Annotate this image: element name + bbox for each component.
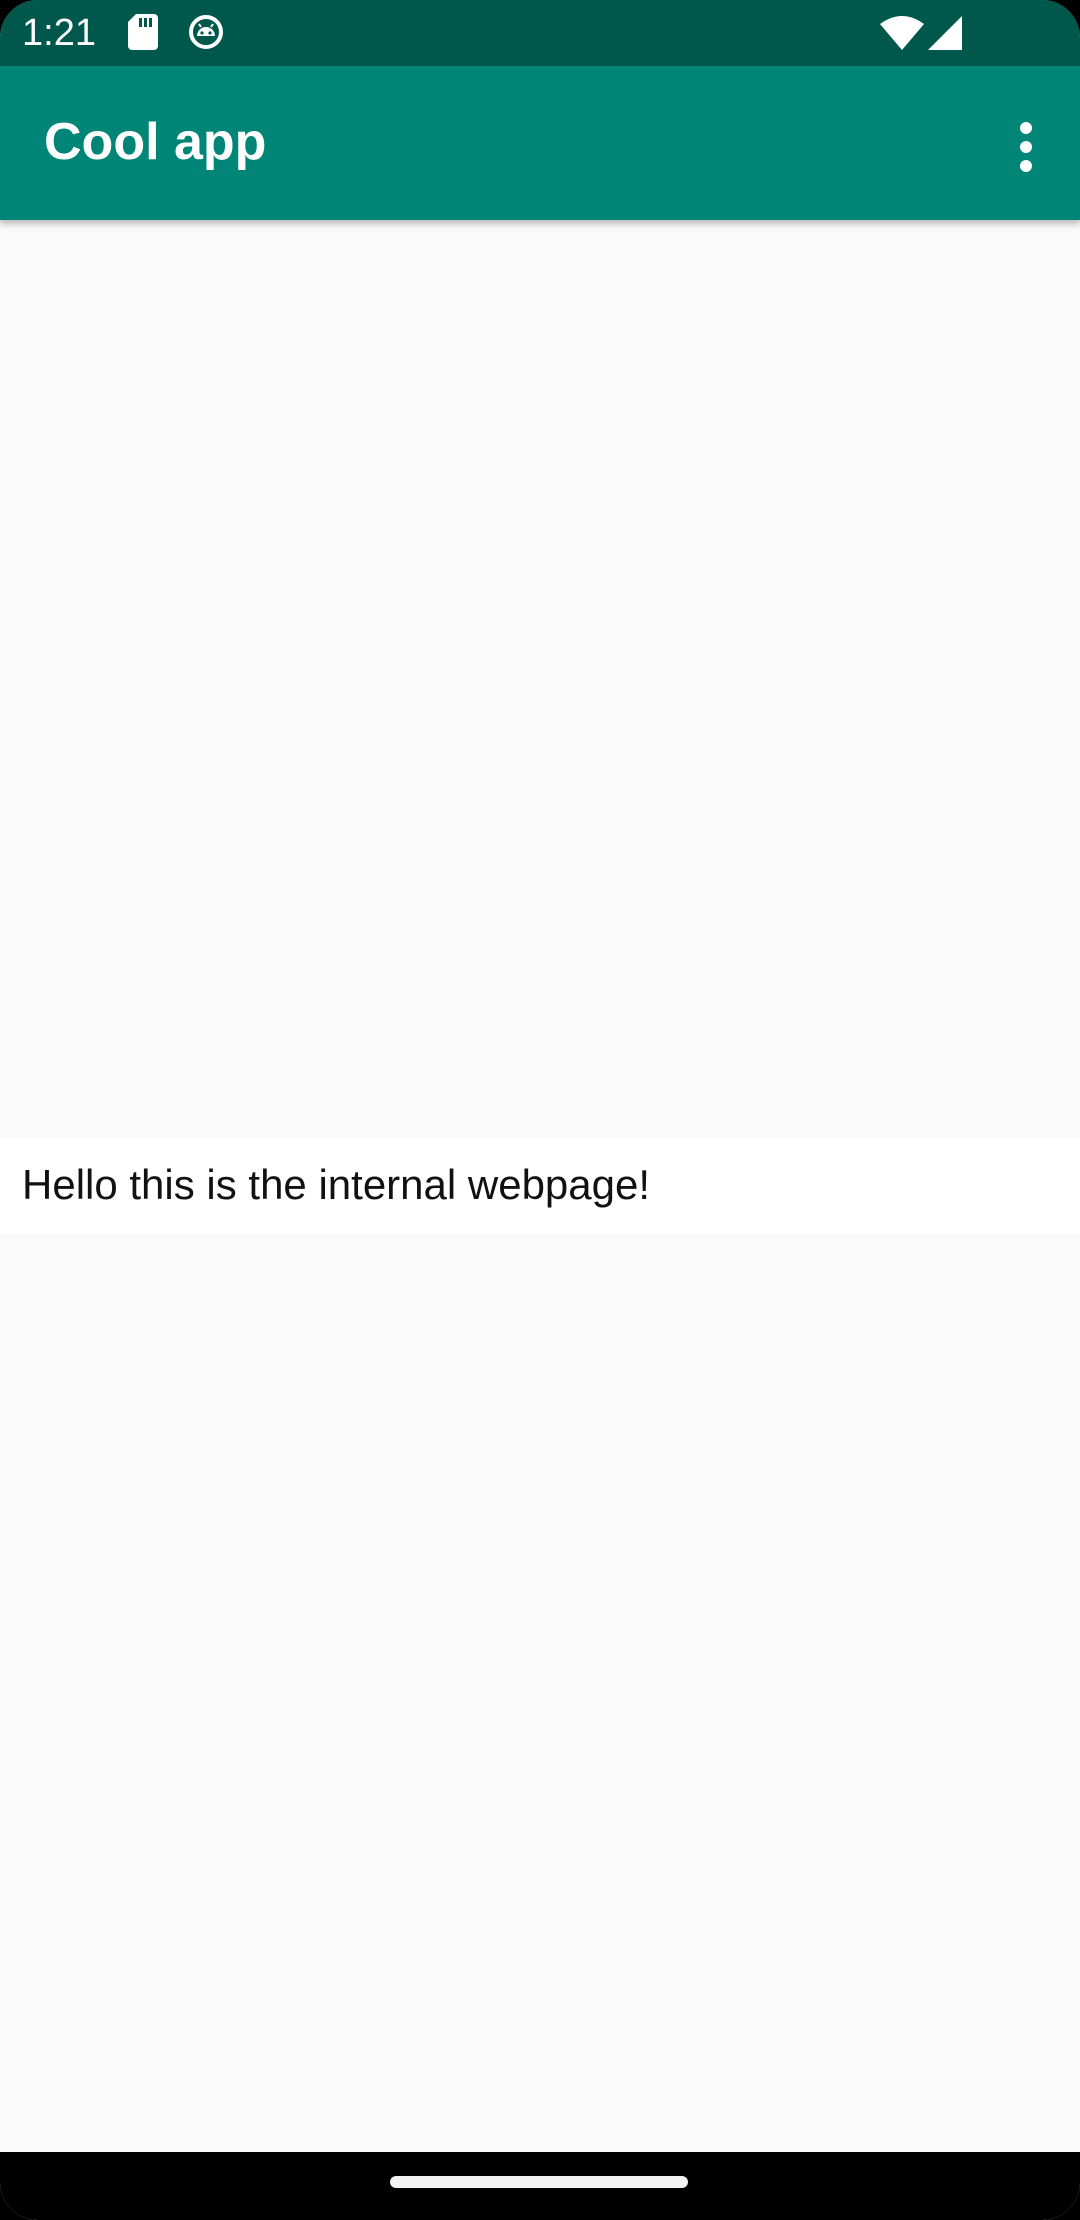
webview[interactable]: Hello this is the internal webpage! — [0, 1138, 1080, 1234]
cell-signal-icon — [928, 16, 962, 55]
sd-card-icon — [128, 14, 158, 55]
home-gesture-handle[interactable] — [390, 2176, 688, 2188]
navigation-bar — [0, 2152, 1080, 2220]
android-debug-icon — [188, 14, 224, 55]
overflow-menu-button[interactable] — [990, 102, 1062, 186]
status-time: 1:21 — [22, 12, 96, 54]
content-area: Hello this is the internal webpage! — [0, 220, 1080, 2152]
phone-screen: 1:21 Cool app Hello this is the internal… — [0, 0, 1080, 2220]
status-bar: 1:21 — [0, 0, 1080, 66]
wifi-icon — [880, 16, 924, 55]
webview-text: Hello this is the internal webpage! — [22, 1161, 651, 1208]
app-title: Cool app — [44, 113, 267, 171]
app-bar: Cool app — [0, 66, 1080, 220]
